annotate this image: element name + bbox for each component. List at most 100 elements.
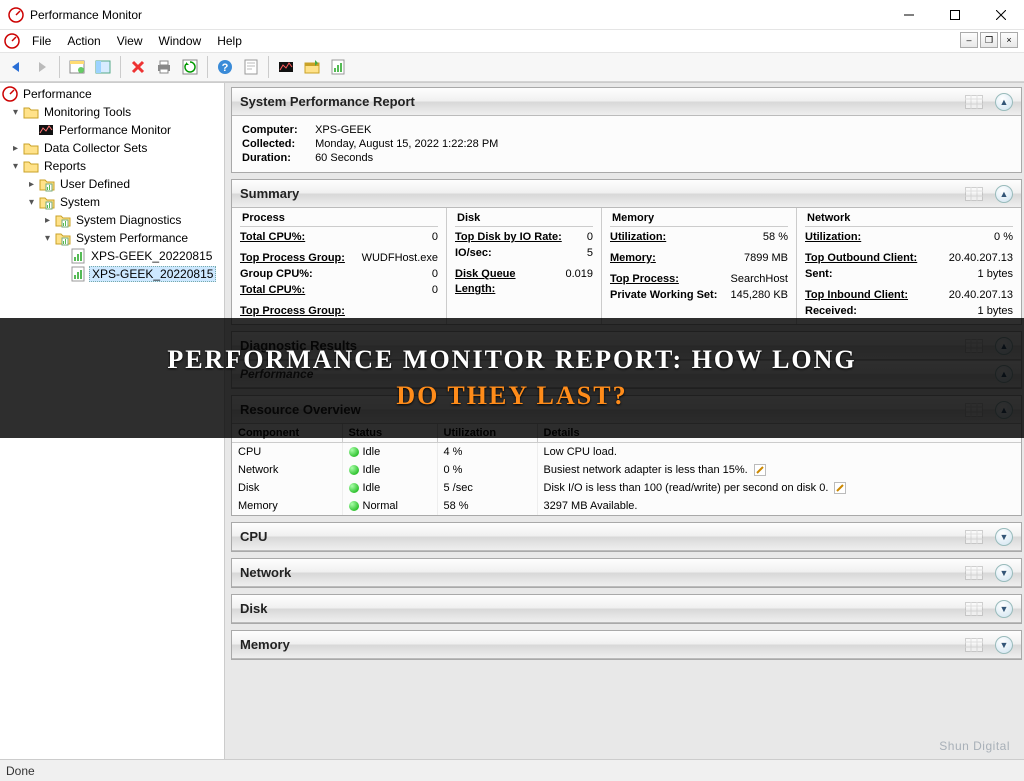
- panel-title: Diagnostic Results: [240, 338, 357, 353]
- help-button[interactable]: ?: [213, 55, 237, 79]
- panel-header[interactable]: Summary ▲: [232, 180, 1021, 208]
- menu-view[interactable]: View: [109, 32, 151, 50]
- menu-help[interactable]: Help: [209, 32, 250, 50]
- resource-table: Component Status Utilization Details CPU…: [232, 424, 1021, 515]
- calendar-icon[interactable]: [965, 566, 983, 580]
- calendar-icon[interactable]: [965, 339, 983, 353]
- calendar-icon[interactable]: [965, 602, 983, 616]
- edit-icon[interactable]: [834, 482, 846, 494]
- report-pane[interactable]: System Performance Report ▲ Computer: XP…: [225, 83, 1024, 759]
- mdi-minimize[interactable]: –: [960, 32, 978, 48]
- col-heading: Disk: [455, 212, 593, 227]
- watermark: Shun Digital: [939, 739, 1010, 753]
- twisty-icon[interactable]: ▾: [26, 197, 37, 208]
- panel-header[interactable]: Network ▼: [232, 559, 1021, 587]
- tree-monitoring-tools[interactable]: ▾ Monitoring Tools: [0, 103, 224, 121]
- table-row: CPUIdle4 %Low CPU load.: [232, 443, 1021, 462]
- calendar-icon[interactable]: [965, 187, 983, 201]
- calendar-icon[interactable]: [965, 403, 983, 417]
- twisty-icon[interactable]: ▾: [10, 161, 21, 172]
- tree-report-item-selected[interactable]: XPS-GEEK_20220815: [0, 265, 224, 283]
- diagnostic-sub-header[interactable]: Performance ▲: [232, 360, 1021, 388]
- tree-label: XPS-GEEK_20220815: [89, 249, 214, 263]
- tree-user-defined[interactable]: ▸ User Defined: [0, 175, 224, 193]
- status-text: Done: [6, 764, 35, 778]
- cell-utilization: 4 %: [437, 443, 537, 462]
- summary-panel: Summary ▲ Process Total CPU%:0 Top Proce…: [231, 179, 1022, 325]
- tree-root-label: Performance: [21, 87, 94, 101]
- data-collector-button[interactable]: [300, 55, 324, 79]
- col-component[interactable]: Component: [232, 424, 342, 443]
- refresh-button[interactable]: [178, 55, 202, 79]
- disk-panel: Disk ▼: [231, 594, 1022, 624]
- summary-process: Process Total CPU%:0 Top Process Group:W…: [232, 208, 447, 324]
- twisty-icon[interactable]: ▸: [26, 179, 37, 190]
- tree-reports[interactable]: ▾ Reports: [0, 157, 224, 175]
- twisty-icon[interactable]: ▸: [42, 215, 53, 226]
- folder-icon: [23, 104, 39, 120]
- calendar-icon[interactable]: [965, 530, 983, 544]
- summary-disk: Disk Top Disk by IO Rate:0 IO/sec:5 Disk…: [447, 208, 602, 324]
- col-heading: Network: [805, 212, 1013, 227]
- tree-system-performance[interactable]: ▾ System Performance: [0, 229, 224, 247]
- maximize-button[interactable]: [932, 0, 978, 30]
- expand-toggle[interactable]: ▼: [995, 600, 1013, 618]
- col-heading: Process: [240, 212, 438, 227]
- collapse-toggle[interactable]: ▲: [995, 365, 1013, 383]
- panel-header[interactable]: Disk ▼: [232, 595, 1021, 623]
- report-button[interactable]: [326, 55, 350, 79]
- twisty-icon[interactable]: ▸: [10, 143, 21, 154]
- cell-component: Memory: [232, 497, 342, 515]
- perfmon-button[interactable]: [274, 55, 298, 79]
- minimize-button[interactable]: [886, 0, 932, 30]
- collapse-toggle[interactable]: ▲: [995, 337, 1013, 355]
- back-button[interactable]: [4, 55, 28, 79]
- cell-status: Normal: [342, 497, 437, 515]
- menu-file[interactable]: File: [24, 32, 59, 50]
- tree-data-collector[interactable]: ▸ Data Collector Sets: [0, 139, 224, 157]
- twisty-icon[interactable]: ▾: [10, 107, 21, 118]
- panel-header[interactable]: CPU ▼: [232, 523, 1021, 551]
- collapse-toggle[interactable]: ▲: [995, 185, 1013, 203]
- expand-toggle[interactable]: ▼: [995, 636, 1013, 654]
- col-details[interactable]: Details: [537, 424, 1021, 443]
- close-button[interactable]: [978, 0, 1024, 30]
- navigation-tree[interactable]: Performance ▾ Monitoring Tools Performan…: [0, 83, 225, 759]
- tree-system-diagnostics[interactable]: ▸ System Diagnostics: [0, 211, 224, 229]
- panel-header[interactable]: System Performance Report ▲: [232, 88, 1021, 116]
- view-log-button[interactable]: [239, 55, 263, 79]
- collapse-toggle[interactable]: ▲: [995, 401, 1013, 419]
- cell-component: Disk: [232, 479, 342, 497]
- panel-title: Disk: [240, 601, 267, 616]
- menu-action[interactable]: Action: [59, 32, 108, 50]
- collapse-toggle[interactable]: ▲: [995, 93, 1013, 111]
- edit-icon[interactable]: [754, 464, 766, 476]
- resource-overview-panel: Resource Overview ▲ Component Status Uti…: [231, 395, 1022, 516]
- mdi-restore[interactable]: ❐: [980, 32, 998, 48]
- tree-perfmon[interactable]: Performance Monitor: [0, 121, 224, 139]
- tree-report-item[interactable]: XPS-GEEK_20220815: [0, 247, 224, 265]
- panel-header[interactable]: Resource Overview ▲: [232, 396, 1021, 424]
- calendar-icon[interactable]: [965, 638, 983, 652]
- cell-utilization: 0 %: [437, 461, 537, 479]
- tree-root[interactable]: Performance: [0, 85, 224, 103]
- mdi-close[interactable]: ×: [1000, 32, 1018, 48]
- twisty-icon[interactable]: ▾: [42, 233, 53, 244]
- print-button[interactable]: [152, 55, 176, 79]
- panel-header[interactable]: Diagnostic Results ▲: [232, 332, 1021, 360]
- properties-button[interactable]: [91, 55, 115, 79]
- calendar-icon[interactable]: [965, 95, 983, 109]
- expand-toggle[interactable]: ▼: [995, 564, 1013, 582]
- col-utilization[interactable]: Utilization: [437, 424, 537, 443]
- expand-toggle[interactable]: ▼: [995, 528, 1013, 546]
- panel-header[interactable]: Memory ▼: [232, 631, 1021, 659]
- tree-label: System Diagnostics: [74, 213, 183, 227]
- tree-label: XPS-GEEK_20220815: [89, 266, 216, 282]
- menu-window[interactable]: Window: [151, 32, 210, 50]
- delete-button[interactable]: [126, 55, 150, 79]
- tree-system[interactable]: ▾ System: [0, 193, 224, 211]
- col-status[interactable]: Status: [342, 424, 437, 443]
- forward-button[interactable]: [30, 55, 54, 79]
- show-hide-tree-button[interactable]: [65, 55, 89, 79]
- cell-details: Low CPU load.: [537, 443, 1021, 462]
